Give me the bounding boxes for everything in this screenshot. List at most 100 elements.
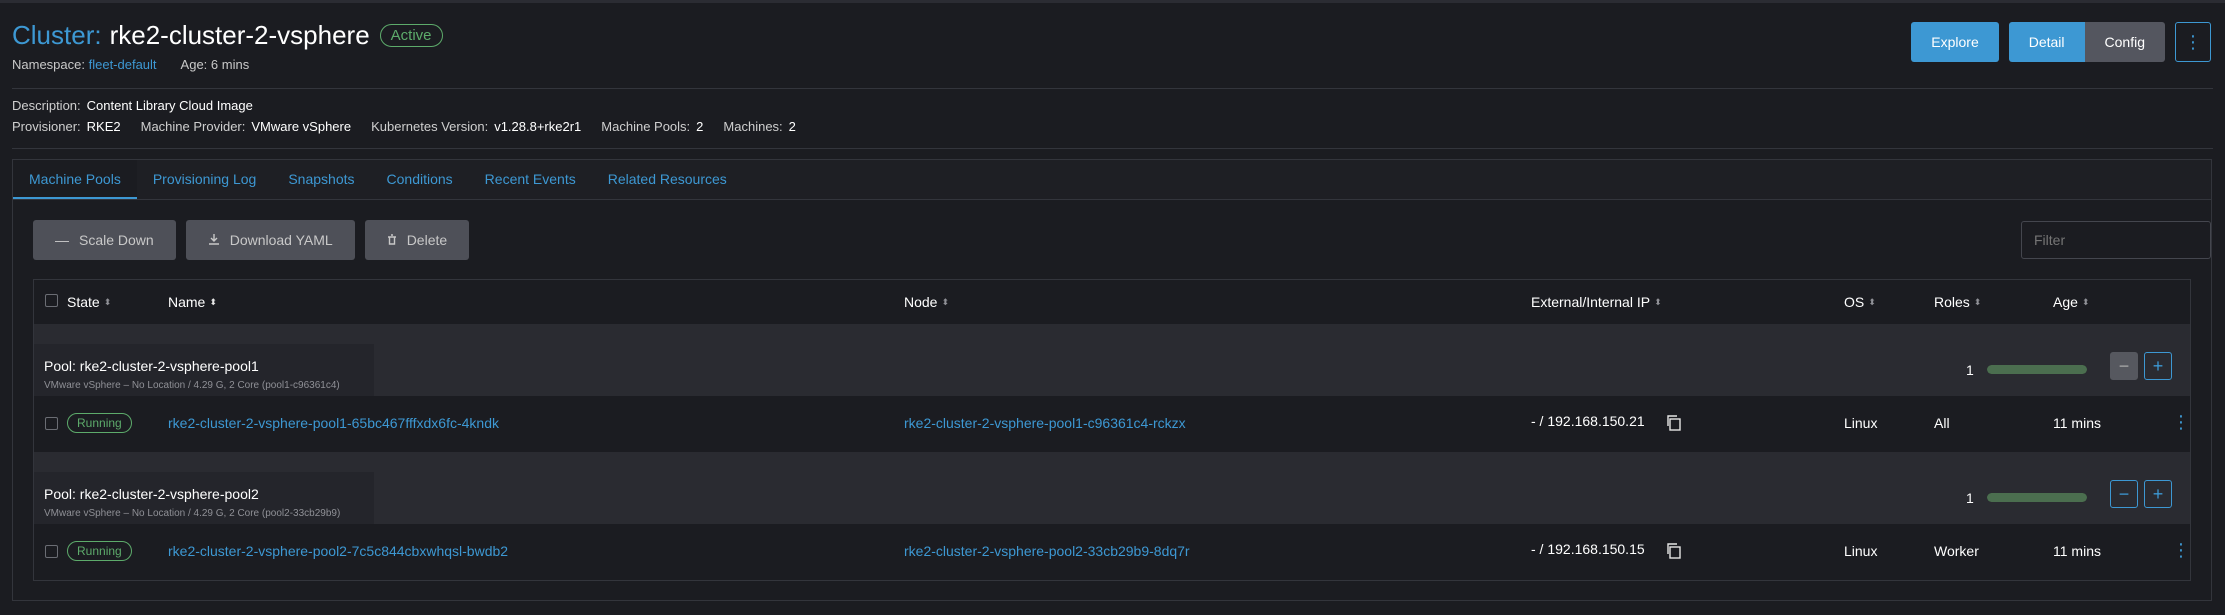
sort-icon: ⬍ <box>103 296 112 307</box>
description-value: Content Library Cloud Image <box>86 98 253 113</box>
col-age[interactable]: Age ⬍ <box>2053 294 2089 310</box>
machines-item: Machines: 2 <box>723 119 795 134</box>
tab-snapshots[interactable]: Snapshots <box>272 160 370 199</box>
tab-conditions[interactable]: Conditions <box>371 160 469 199</box>
machine-name-link[interactable]: rke2-cluster-2-vsphere-pool1-65bc467fffx… <box>168 415 499 431</box>
tab-provisioning-log[interactable]: Provisioning Log <box>137 160 273 199</box>
copy-icon[interactable] <box>1665 414 1683 432</box>
row-checkbox[interactable] <box>45 545 58 558</box>
pool-progress-fill <box>1987 493 2087 502</box>
age-info: Age: 6 mins <box>181 57 250 72</box>
scale-up-pool-button[interactable]: + <box>2144 480 2172 508</box>
machine-provider-label: Machine Provider: <box>140 119 246 134</box>
select-all-checkbox[interactable] <box>45 294 58 307</box>
col-node-label: Node <box>904 294 938 310</box>
config-button[interactable]: Config <box>2084 22 2165 62</box>
machine-provider-value: VMware vSphere <box>251 119 352 134</box>
more-actions-button[interactable]: ⋮ <box>2175 22 2211 62</box>
table-row: Running rke2-cluster-2-vsphere-pool1-65b… <box>34 396 2190 452</box>
download-yaml-button[interactable]: Download YAML <box>185 220 355 260</box>
state-badge: Running <box>67 541 132 561</box>
ip-value: - / 192.168.150.15 <box>1531 541 1645 557</box>
download-yaml-label: Download YAML <box>229 232 333 248</box>
pool-progress-bar <box>1987 493 2087 502</box>
col-age-label: Age <box>2053 294 2078 310</box>
os-value: Linux <box>1844 415 1878 431</box>
namespace-link[interactable]: fleet-default <box>89 57 157 72</box>
os-value: Linux <box>1844 543 1878 559</box>
view-mode-toggle: Detail Config <box>2008 22 2165 62</box>
tab-related-resources[interactable]: Related Resources <box>592 160 743 199</box>
state-badge: Running <box>67 413 132 433</box>
bulk-actions: — Scale Down Download YAML Delete <box>33 220 470 260</box>
filter-input[interactable] <box>2021 221 2211 259</box>
col-name[interactable]: Name ⬍ <box>168 294 217 310</box>
pool-subtitle: VMware vSphere – No Location / 4.29 G, 2… <box>44 380 340 391</box>
pool-title: Pool: rke2-cluster-2-vsphere-pool2 <box>44 486 259 502</box>
age-value: 6 mins <box>210 57 250 72</box>
k8s-version-value: v1.28.8+rke2r1 <box>494 119 582 134</box>
scale-down-pool-button[interactable]: − <box>2110 480 2138 508</box>
kebab-icon[interactable]: ⋮ <box>2172 540 2190 561</box>
sort-icon: ⬍ <box>1868 296 1876 307</box>
col-os-label: OS <box>1844 294 1865 310</box>
sort-icon: ⬍ <box>2081 296 2090 307</box>
tab-recent-events[interactable]: Recent Events <box>469 160 592 199</box>
k8s-version-label: Kubernetes Version: <box>371 119 489 134</box>
delete-label: Delete <box>406 232 448 248</box>
scale-up-pool-button[interactable]: + <box>2144 352 2172 380</box>
scale-down-button[interactable]: — Scale Down <box>33 220 176 260</box>
description-item: Description: Content Library Cloud Image <box>12 98 253 113</box>
scale-down-pool-button[interactable]: − <box>2110 352 2138 380</box>
col-os[interactable]: OS ⬍ <box>1844 294 1876 310</box>
col-state[interactable]: State ⬍ <box>67 294 111 310</box>
pool-progress-fill <box>1987 365 2087 374</box>
age-value: 11 mins <box>2053 415 2101 431</box>
status-badge: Active <box>379 24 443 47</box>
tab-bar: Machine Pools Provisioning Log Snapshots… <box>13 160 2211 200</box>
ip-value: - / 192.168.150.21 <box>1531 413 1645 429</box>
header-subrow: Namespace: fleet-default Age: 6 mins <box>12 57 443 72</box>
sort-icon: ⬍ <box>1654 296 1662 307</box>
node-link[interactable]: rke2-cluster-2-vsphere-pool2-33cb29b9-8d… <box>904 543 1190 559</box>
download-icon <box>208 232 220 248</box>
tabs-panel: Machine Pools Provisioning Log Snapshots… <box>12 159 2212 601</box>
title-row: Cluster: rke2-cluster-2-vsphere Active <box>12 20 443 51</box>
machine-pools-item: Machine Pools: 2 <box>601 119 703 134</box>
roles-value: All <box>1934 415 1950 431</box>
machine-name-link[interactable]: rke2-cluster-2-vsphere-pool2-7c5c844cbxw… <box>168 543 508 559</box>
table-header: State ⬍ Name ⬍ Node ⬍ External/Internal IP ⬍… <box>34 280 2190 324</box>
kebab-icon[interactable]: ⋮ <box>2172 412 2190 433</box>
pool-count: 1 <box>1966 362 1974 378</box>
col-node[interactable]: Node ⬍ <box>904 294 949 310</box>
detail-button[interactable]: Detail <box>2008 22 2085 62</box>
machine-provider-item: Machine Provider: VMware vSphere <box>141 119 352 134</box>
sort-icon: ⬍ <box>209 296 217 307</box>
col-roles[interactable]: Roles ⬍ <box>1934 294 1981 310</box>
explore-button[interactable]: Explore <box>1911 22 1999 62</box>
pool-count: 1 <box>1966 490 1974 506</box>
pool-group-header: Pool: rke2-cluster-2-vsphere-pool1 VMwar… <box>34 324 2190 396</box>
roles-value: Worker <box>1934 543 1979 559</box>
page-header: Cluster: rke2-cluster-2-vsphere Active N… <box>12 20 443 72</box>
provisioner-value: RKE2 <box>86 119 121 134</box>
node-link[interactable]: rke2-cluster-2-vsphere-pool1-c96361c4-rc… <box>904 415 1186 431</box>
copy-icon[interactable] <box>1665 542 1683 560</box>
col-roles-label: Roles <box>1934 294 1970 310</box>
top-border <box>0 0 2225 3</box>
col-ip[interactable]: External/Internal IP ⬍ <box>1531 294 1662 310</box>
tab-machine-pools[interactable]: Machine Pools <box>13 160 137 199</box>
pool-subtitle: VMware vSphere – No Location / 4.29 G, 2… <box>44 508 341 519</box>
description-row: Description: Content Library Cloud Image <box>12 98 253 113</box>
machine-pools-label: Machine Pools: <box>601 119 691 134</box>
details-row: Provisioner: RKE2 Machine Provider: VMware… <box>12 119 796 134</box>
machines-table: State ⬍ Name ⬍ Node ⬍ External/Internal IP ⬍… <box>33 279 2191 581</box>
header-divider <box>12 88 2213 89</box>
pool-group-header: Pool: rke2-cluster-2-vsphere-pool2 VMwar… <box>34 452 2190 524</box>
age-label: Age: <box>180 57 208 72</box>
header-actions: Explore Detail Config ⋮ <box>1911 22 2211 62</box>
description-label: Description: <box>12 98 81 113</box>
delete-button[interactable]: Delete <box>364 220 470 260</box>
row-checkbox[interactable] <box>45 417 58 430</box>
sort-icon: ⬍ <box>941 296 950 307</box>
